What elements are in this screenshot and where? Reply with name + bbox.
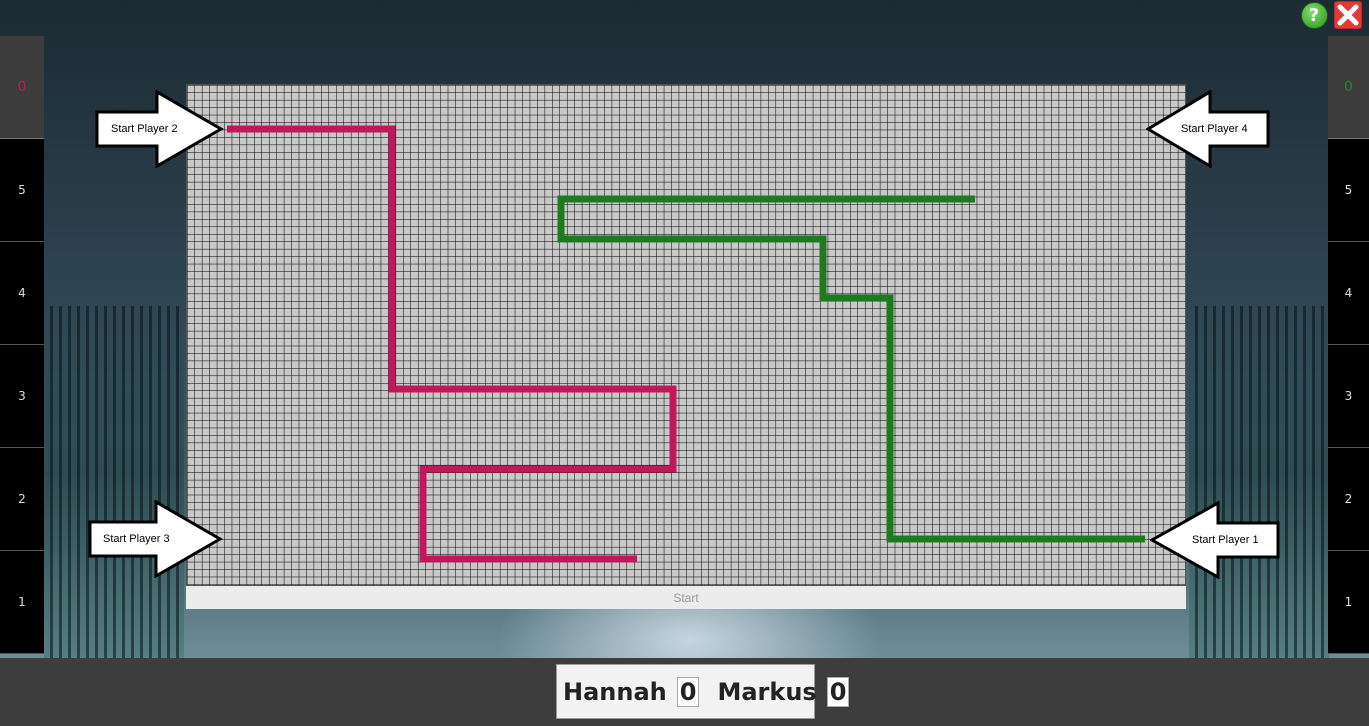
left-score-panel: 0 5 4 3 2 1 [0,36,44,654]
level-button-1-right[interactable]: 1 [1328,551,1369,654]
question-mark-icon: ? [1300,1,1328,29]
start-player-4-arrow: Start Player 4 [1146,90,1276,168]
start-button[interactable]: Start [186,586,1186,609]
game-board[interactable] [186,84,1186,586]
level-button-1-left[interactable]: 1 [0,551,44,654]
grid-cells [187,85,1185,585]
level-button-3-left[interactable]: 3 [0,345,44,448]
level-button-2-right[interactable]: 2 [1328,448,1369,551]
start-player-2-label: Start Player 2 [111,123,178,135]
player-left-score: 0 [0,36,44,139]
player-score-hannah: 0 [676,676,700,707]
player-right-score: 0 [1328,36,1369,139]
level-button-2-left[interactable]: 2 [0,448,44,551]
level-button-4-left[interactable]: 4 [0,242,44,345]
game-grid[interactable] [187,85,1185,585]
player-name-hannah: Hannah [563,677,667,706]
level-button-4-right[interactable]: 4 [1328,242,1369,345]
close-x-icon [1334,1,1362,29]
start-player-3-arrow: Start Player 3 [88,500,223,578]
level-button-3-right[interactable]: 3 [1328,345,1369,448]
close-button[interactable] [1334,1,1362,29]
player-score-markus: 0 [826,676,850,707]
start-player-1-label: Start Player 1 [1192,534,1259,546]
start-player-1-arrow: Start Player 1 [1150,501,1280,579]
level-button-5-left[interactable]: 5 [0,139,44,242]
start-player-2-arrow: Start Player 2 [95,90,225,168]
player-scoreboard: Hannah 0 Markus 0 [556,664,850,719]
level-button-5-right[interactable]: 5 [1328,139,1369,242]
start-player-4-label: Start Player 4 [1181,123,1248,135]
start-player-3-label: Start Player 3 [103,533,170,545]
help-button[interactable]: ? [1300,1,1328,29]
right-score-panel: 0 5 4 3 2 1 [1328,36,1369,654]
player-name-markus: Markus [717,677,817,706]
